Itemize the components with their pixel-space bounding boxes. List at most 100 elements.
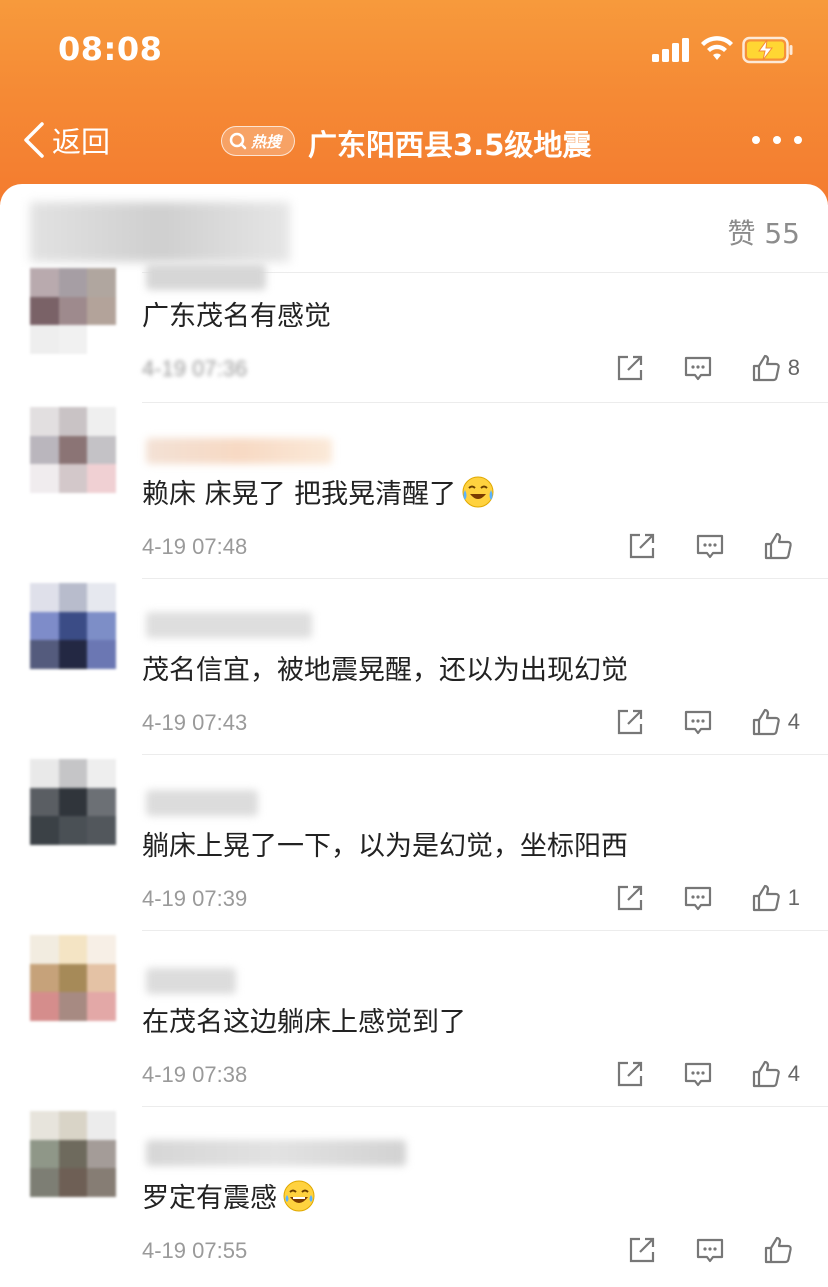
laughing-tears-emoji-icon [283, 1180, 315, 1211]
reply-button[interactable] [682, 882, 714, 914]
more-dot-icon [752, 136, 760, 144]
hot-badge-label: 热搜 [251, 132, 282, 151]
divider [142, 1106, 828, 1107]
back-button[interactable]: 返回 [20, 116, 110, 164]
comment-icon [696, 534, 724, 559]
comment-time: 4-19 07:39 [142, 886, 248, 911]
comment-time: 4-19 07:48 [142, 534, 248, 559]
reply-button[interactable] [682, 706, 714, 738]
share-icon [617, 709, 642, 735]
cellular-signal-icon [652, 38, 689, 62]
comment-icon [696, 1238, 724, 1263]
divider [142, 578, 828, 579]
thumbs-up-icon [764, 532, 792, 560]
search-icon [229, 132, 247, 150]
comment-icon [684, 1062, 711, 1087]
comment-icon [684, 886, 711, 911]
thumbs-up-icon [752, 1060, 780, 1088]
comment-text: 广东茂名有感觉 [142, 301, 331, 332]
status-time: 08:08 [58, 30, 163, 68]
comment-icon [684, 710, 711, 735]
share-button[interactable] [626, 530, 658, 562]
avatar[interactable] [30, 935, 116, 1021]
nav-bar: 返回 热搜 广东阳西县3.5级地震 [0, 108, 828, 172]
avatar[interactable] [30, 407, 116, 493]
crying-laughing-emoji-icon [462, 476, 494, 507]
share-button[interactable] [614, 706, 646, 738]
comment-actions: 1 [614, 880, 800, 916]
comment-actions: 8 [614, 350, 800, 386]
blurred-username [30, 202, 290, 262]
like-count: 4 [787, 1061, 800, 1086]
share-button[interactable] [614, 1058, 646, 1090]
thumbs-up-icon [764, 1236, 792, 1264]
reply-button[interactable] [682, 1058, 714, 1090]
more-dot-icon [773, 136, 781, 144]
reply-button[interactable] [682, 352, 714, 384]
comment-text: 躺床上晃了一下，以为是幻觉，坐标阳西 [142, 831, 628, 862]
battery-charging-icon [742, 36, 793, 64]
comment-actions [626, 528, 800, 564]
comment-time: 4-19 07:38 [142, 1062, 248, 1087]
like-count: 1 [787, 885, 800, 910]
like-button[interactable] [762, 1234, 800, 1266]
thumbs-up-icon [752, 708, 780, 736]
like-button[interactable]: 4 [750, 706, 800, 738]
total-likes: 赞 55 [727, 217, 800, 250]
share-button[interactable] [626, 1234, 658, 1266]
blurred-username [146, 438, 332, 464]
hot-search-badge[interactable]: 热搜 [221, 126, 295, 156]
comment-text: 茂名信宜，被地震晃醒，还以为出现幻觉 [142, 655, 628, 686]
avatar[interactable] [30, 268, 116, 354]
avatar[interactable] [30, 583, 116, 669]
parent-comment-footer: 赞 55 [0, 184, 828, 272]
reply-button[interactable] [694, 1234, 726, 1266]
list-item: 赖床 床晃了 把我晃清醒了 4-19 07:48 [0, 402, 828, 578]
blurred-username [146, 612, 312, 638]
chevron-left-icon [24, 122, 44, 158]
list-item: 茂名信宜，被地震晃醒，还以为出现幻觉 4-19 07:43 4 [0, 578, 828, 754]
like-count: 4 [787, 709, 800, 734]
more-dot-icon [794, 136, 802, 144]
comment-icon [684, 356, 711, 381]
list-item: 躺床上晃了一下，以为是幻觉，坐标阳西 4-19 07:39 1 [0, 754, 828, 930]
thumbs-up-icon [752, 354, 780, 382]
like-button[interactable] [762, 530, 800, 562]
avatar[interactable] [30, 1111, 116, 1197]
comment-text: 赖床 床晃了 把我晃清醒了 [142, 472, 496, 511]
wifi-icon [701, 36, 733, 60]
list-item: 广东茂名有感觉 4-19 07:36 8 [0, 264, 828, 404]
blurred-username [146, 968, 236, 994]
comment-list: 赞 55 广东茂名有感觉 4-19 07:36 8 赖床 床晃了 把我晃清醒了 … [0, 184, 828, 1287]
blurred-username [146, 264, 266, 290]
avatar[interactable] [30, 759, 116, 845]
share-button[interactable] [614, 352, 646, 384]
comment-actions: 4 [614, 704, 800, 740]
like-button[interactable]: 8 [750, 352, 800, 384]
status-bar: 08:08 [0, 0, 828, 100]
comment-actions: 4 [614, 1056, 800, 1092]
more-button[interactable] [752, 132, 802, 148]
divider [142, 754, 828, 755]
share-icon [617, 355, 642, 381]
list-item: 在茂名这边躺床上感觉到了 4-19 07:38 4 [0, 930, 828, 1106]
blurred-username [146, 790, 258, 816]
blurred-username [146, 1140, 406, 1166]
share-icon [629, 533, 655, 559]
comment-time: 4-19 07:36 [142, 356, 248, 381]
back-label: 返回 [52, 125, 111, 159]
comment-actions [626, 1232, 800, 1268]
header: 08:08 返回 热搜 广东阳西县3.5级地震 [0, 0, 828, 205]
comment-time: 4-19 07:55 [142, 1238, 248, 1263]
like-button[interactable]: 4 [750, 1058, 800, 1090]
divider [142, 930, 828, 931]
list-item: 罗定有震感 4-19 07:55 [0, 1106, 828, 1287]
like-button[interactable]: 1 [750, 882, 800, 914]
reply-button[interactable] [694, 530, 726, 562]
page-title: 广东阳西县3.5级地震 [308, 128, 592, 162]
share-icon [617, 885, 642, 911]
comment-text: 在茂名这边躺床上感觉到了 [142, 1007, 466, 1038]
thumbs-up-icon [752, 884, 780, 912]
comment-time: 4-19 07:43 [142, 710, 248, 735]
share-button[interactable] [614, 882, 646, 914]
